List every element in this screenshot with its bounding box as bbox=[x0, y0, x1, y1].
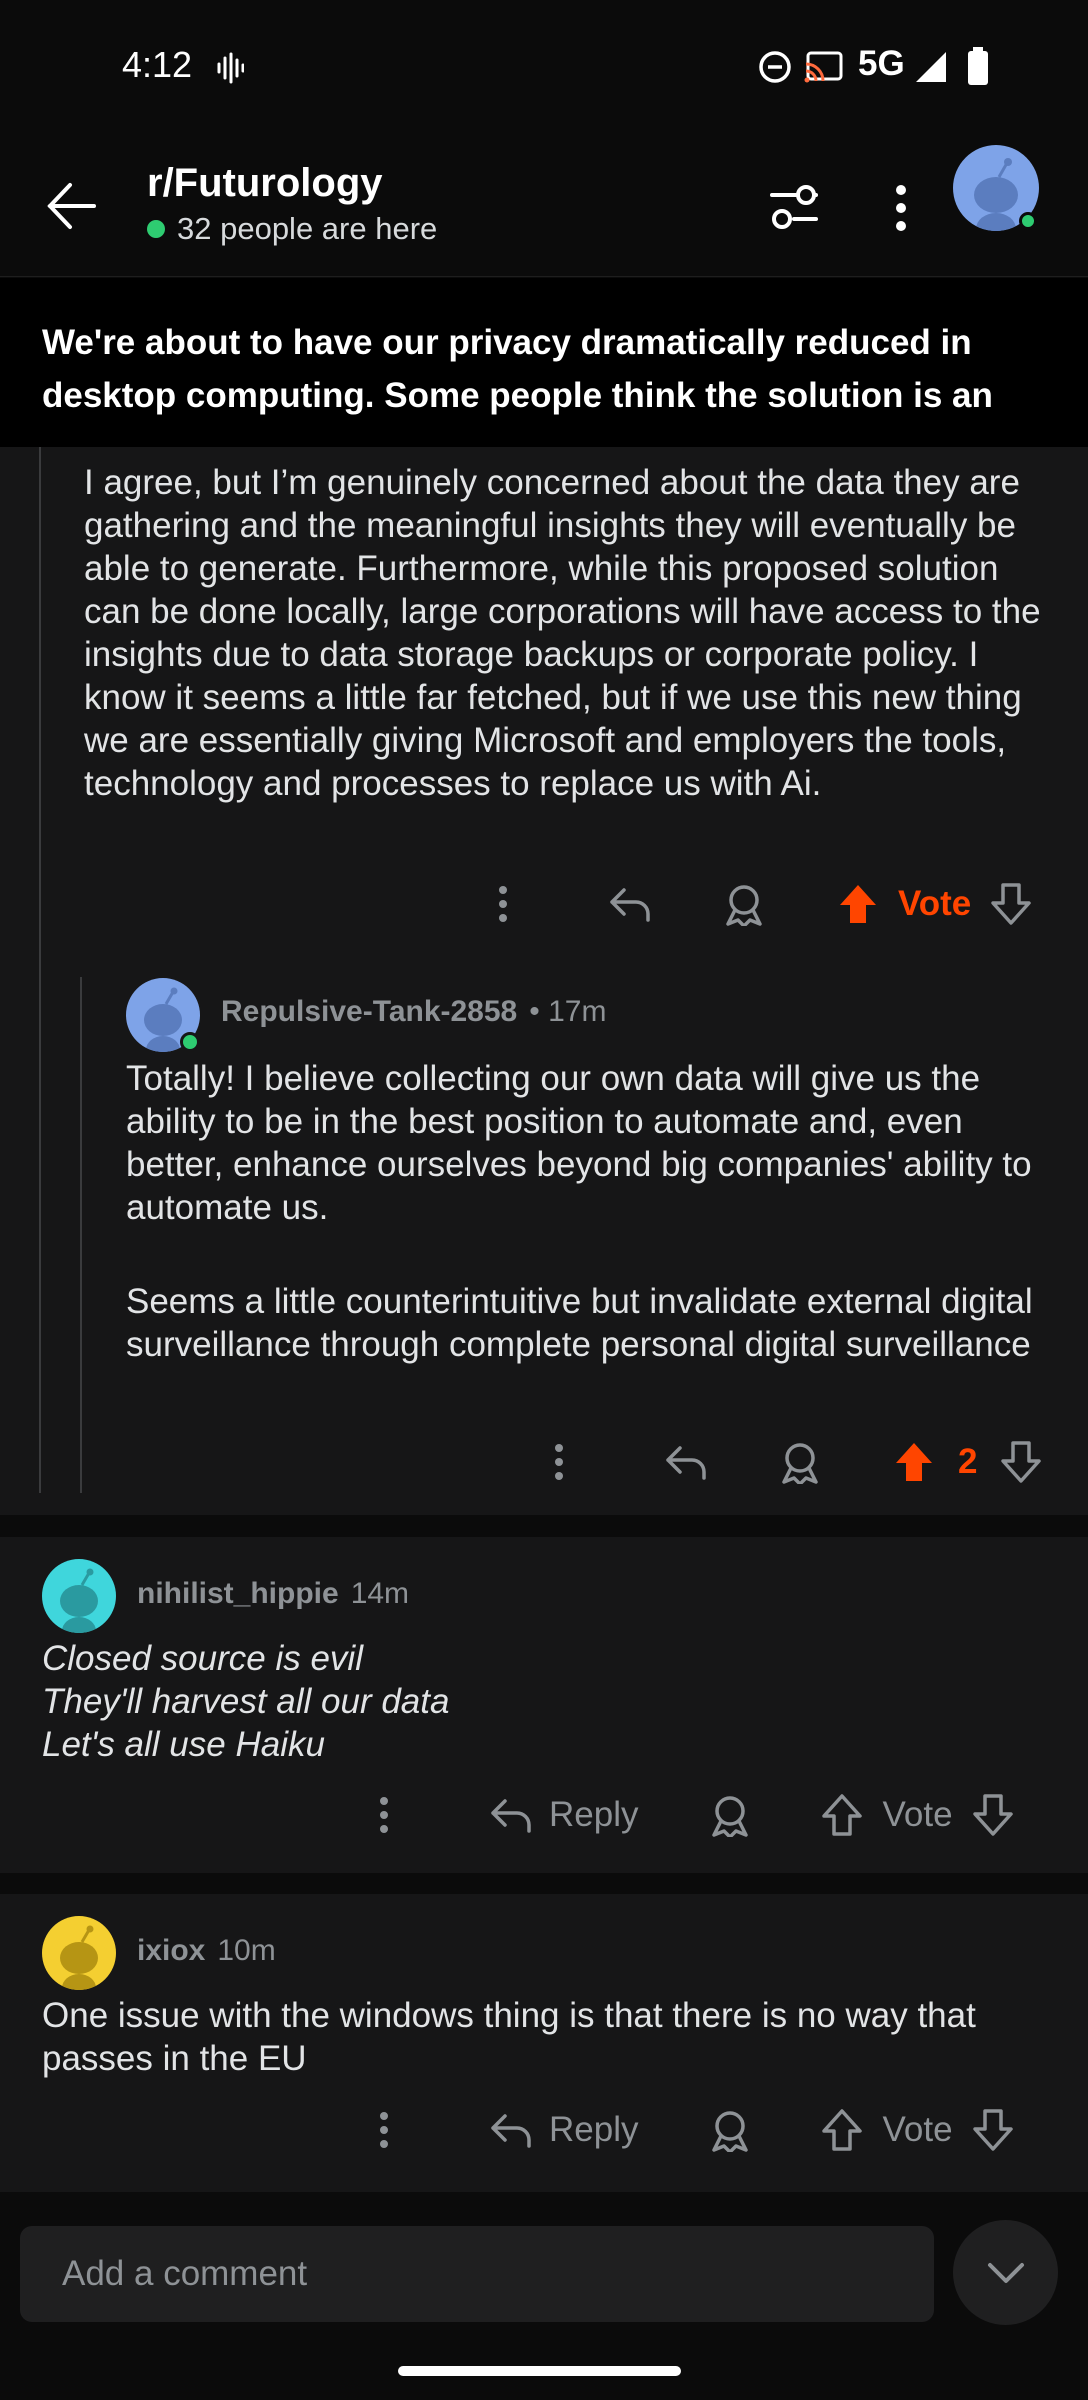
battery-icon bbox=[968, 47, 988, 85]
overflow-menu-icon[interactable] bbox=[890, 183, 912, 233]
voice-activity-icon bbox=[217, 52, 244, 84]
add-comment-input[interactable]: Add a comment bbox=[20, 2226, 934, 2322]
presence-dot-icon bbox=[180, 1032, 200, 1052]
snoo-avatar-icon bbox=[60, 1568, 98, 1633]
comment-actions: Vote bbox=[470, 874, 1033, 934]
comment-line: Closed source is evil bbox=[42, 1639, 363, 1678]
comment-time: 14m bbox=[350, 1577, 410, 1610]
status-time: 4:12 bbox=[122, 44, 193, 85]
subreddit-name[interactable]: r/Futurology bbox=[147, 161, 383, 206]
comment-username[interactable]: ixiox bbox=[137, 1934, 205, 1968]
home-indicator[interactable] bbox=[398, 2366, 681, 2376]
vote-count: Vote bbox=[882, 1795, 953, 1834]
reply-icon[interactable] bbox=[664, 1442, 708, 1482]
comment-body-paragraph-1: Totally! I believe collecting our own da… bbox=[126, 1059, 1032, 1227]
reply-icon[interactable] bbox=[608, 884, 652, 924]
award-icon[interactable] bbox=[708, 1793, 752, 1837]
comment-meta: ixiox 10m bbox=[137, 1934, 276, 1968]
reply-icon[interactable] bbox=[489, 2110, 533, 2150]
comment-actions: Reply Vote bbox=[360, 2100, 1015, 2160]
comment-actions: 2 bbox=[526, 1432, 1043, 1492]
downvote-icon[interactable] bbox=[999, 1440, 1043, 1484]
online-count: 32 people are here bbox=[147, 211, 437, 247]
more-options-icon[interactable] bbox=[371, 1795, 397, 1835]
comment: ixiox 10m One issue with the windows thi… bbox=[0, 1894, 1088, 2192]
reply-button[interactable]: Reply bbox=[549, 1795, 638, 1835]
nested-thread-line[interactable] bbox=[80, 977, 82, 1493]
post-title: We're about to have our privacy dramatic… bbox=[42, 323, 993, 415]
upvote-icon[interactable] bbox=[820, 2108, 864, 2152]
vote-count: Vote bbox=[898, 884, 972, 923]
collapse-button[interactable] bbox=[953, 2220, 1058, 2325]
award-icon[interactable] bbox=[778, 1440, 822, 1484]
comment-line: They'll harvest all our data bbox=[42, 1682, 450, 1721]
comment-meta: Repulsive-Tank-2858 • 17m bbox=[221, 995, 606, 1029]
reply-icon[interactable] bbox=[489, 1795, 533, 1835]
thread-line[interactable] bbox=[39, 447, 41, 1493]
subreddit-header: r/Futurology 32 people are here bbox=[0, 135, 1088, 277]
commenter-avatar[interactable] bbox=[42, 1559, 116, 1633]
online-dot-icon bbox=[147, 220, 165, 238]
comment-meta: nihilist_hippie 14m bbox=[137, 1577, 409, 1611]
comment-line: Let's all use Haiku bbox=[42, 1725, 325, 1764]
snoo-avatar-icon bbox=[60, 1925, 98, 1990]
vote-count: 2 bbox=[958, 1442, 978, 1481]
back-arrow-icon[interactable] bbox=[46, 181, 98, 231]
post-title-bar[interactable]: We're about to have our privacy dramatic… bbox=[0, 278, 1088, 447]
comment-username[interactable]: Repulsive-Tank-2858 bbox=[221, 995, 517, 1029]
upvote-filled-icon[interactable] bbox=[892, 1440, 936, 1484]
downvote-icon[interactable] bbox=[971, 2108, 1015, 2152]
commenter-avatar[interactable] bbox=[42, 1916, 116, 1990]
do-not-disturb-icon bbox=[759, 51, 791, 83]
online-count-text: 32 people are here bbox=[177, 211, 438, 246]
presence-dot-icon bbox=[1019, 212, 1037, 230]
more-options-icon[interactable] bbox=[546, 1442, 572, 1482]
more-options-icon[interactable] bbox=[490, 884, 516, 924]
comment-composer-bar: Add a comment bbox=[0, 2200, 1088, 2400]
downvote-icon[interactable] bbox=[971, 1793, 1015, 1837]
comment: nihilist_hippie 14m Closed source is evi… bbox=[0, 1537, 1088, 1873]
comment-actions: Reply Vote bbox=[360, 1785, 1015, 1845]
signal-icon bbox=[916, 52, 946, 82]
award-icon[interactable] bbox=[722, 882, 766, 926]
comment-body-paragraph-2: Seems a little counterintuitive but inva… bbox=[126, 1282, 1033, 1364]
comment-time: 10m bbox=[217, 1934, 276, 1967]
cast-icon bbox=[804, 51, 843, 83]
comment-body: I agree, but I’m genuinely concerned abo… bbox=[84, 463, 1041, 803]
award-icon[interactable] bbox=[708, 2108, 752, 2152]
downvote-icon[interactable] bbox=[989, 882, 1033, 926]
comment-thread: I agree, but I’m genuinely concerned abo… bbox=[0, 447, 1088, 1515]
reply-button[interactable]: Reply bbox=[549, 2110, 638, 2150]
upvote-icon[interactable] bbox=[820, 1793, 864, 1837]
comment-body: One issue with the windows thing is that… bbox=[42, 1996, 976, 2078]
more-options-icon[interactable] bbox=[371, 2110, 397, 2150]
comment-body: Closed source is evil They'll harvest al… bbox=[42, 1637, 1022, 1766]
chevron-down-icon bbox=[987, 2262, 1024, 2283]
comment-time: • 17m bbox=[529, 995, 607, 1028]
network-type: 5G bbox=[858, 44, 905, 83]
filter-sliders-icon[interactable] bbox=[768, 183, 820, 231]
vote-count: Vote bbox=[882, 2110, 953, 2149]
status-bar: 4:12 5G bbox=[0, 0, 1088, 135]
comment-username[interactable]: nihilist_hippie bbox=[137, 1577, 339, 1611]
upvote-filled-icon[interactable] bbox=[836, 882, 880, 926]
